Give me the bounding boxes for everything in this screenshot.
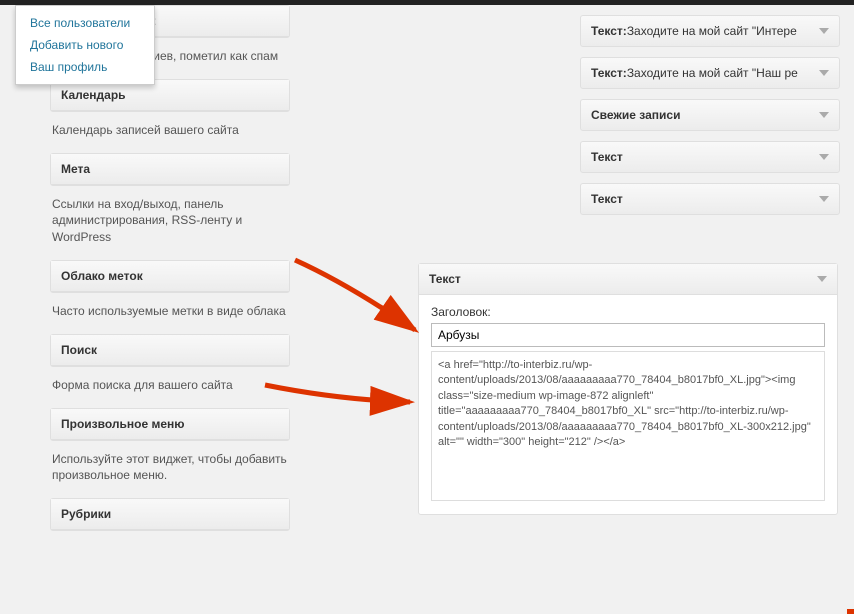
widget-sublabel: Заходите на мой сайт "Интере: [627, 24, 797, 38]
active-widgets-column: Текст: Заходите на мой сайт "Интере Текс…: [580, 15, 840, 225]
widget-tag-cloud[interactable]: Облако меток: [50, 260, 290, 293]
sidebar-widget-text-1[interactable]: Текст: Заходите на мой сайт "Интере: [580, 15, 840, 47]
widget-label: Текст: [591, 150, 623, 164]
widget-categories[interactable]: Рубрики: [50, 498, 290, 531]
widget-desc: Используйте этот виджет, чтобы добавить …: [50, 447, 290, 499]
widget-title-input[interactable]: [431, 323, 825, 347]
chevron-down-icon: [819, 112, 829, 118]
dropdown-item-add-new[interactable]: Добавить нового: [16, 34, 154, 56]
widget-label: Текст: [429, 272, 461, 286]
annotation-underline: [847, 609, 854, 614]
widget-search[interactable]: Поиск: [50, 334, 290, 367]
sidebar-widget-text-3[interactable]: Текст: [580, 141, 840, 173]
widget-custom-menu[interactable]: Произвольное меню: [50, 408, 290, 441]
widget-label: Текст: [591, 192, 623, 206]
chevron-down-icon: [819, 70, 829, 76]
widget-title: Рубрики: [61, 507, 111, 521]
widget-title: Календарь: [61, 88, 126, 102]
widget-desc: Форма поиска для вашего сайта: [50, 373, 290, 408]
widget-title: Произвольное меню: [61, 417, 185, 431]
users-dropdown-menu: Все пользователи Добавить нового Ваш про…: [15, 5, 155, 85]
widget-desc: Календарь записей вашего сайта: [50, 118, 290, 153]
chevron-down-icon: [819, 196, 829, 202]
dropdown-item-all-users[interactable]: Все пользователи: [16, 12, 154, 34]
widget-title: Поиск: [61, 343, 97, 357]
widget-label: Свежие записи: [591, 108, 680, 122]
chevron-down-icon: [819, 154, 829, 160]
sidebar-widget-text-2[interactable]: Текст: Заходите на мой сайт "Наш ре: [580, 57, 840, 89]
widget-sublabel: Заходите на мой сайт "Наш ре: [627, 66, 798, 80]
open-text-widget: Текст Заголовок: <a href="http://to-inte…: [418, 263, 838, 515]
widget-desc: Часто используемые метки в виде облака: [50, 299, 290, 334]
widget-title: Мета: [61, 162, 90, 176]
widget-meta[interactable]: Мета: [50, 153, 290, 186]
sidebar-widget-text-4[interactable]: Текст: [580, 183, 840, 215]
sidebar-widget-recent[interactable]: Свежие записи: [580, 99, 840, 131]
widget-desc: Ссылки на вход/выход, панель администрир…: [50, 192, 290, 260]
title-label: Заголовок:: [431, 305, 825, 319]
widget-title: Облако меток: [61, 269, 143, 283]
widget-content-textarea[interactable]: <a href="http://to-interbiz.ru/wp-conten…: [431, 351, 825, 501]
chevron-down-icon: [817, 276, 827, 282]
widget-label: Текст:: [591, 66, 627, 80]
chevron-down-icon: [819, 28, 829, 34]
open-widget-header[interactable]: Текст: [419, 264, 837, 295]
widget-label: Текст:: [591, 24, 627, 38]
dropdown-item-your-profile[interactable]: Ваш профиль: [16, 56, 154, 78]
